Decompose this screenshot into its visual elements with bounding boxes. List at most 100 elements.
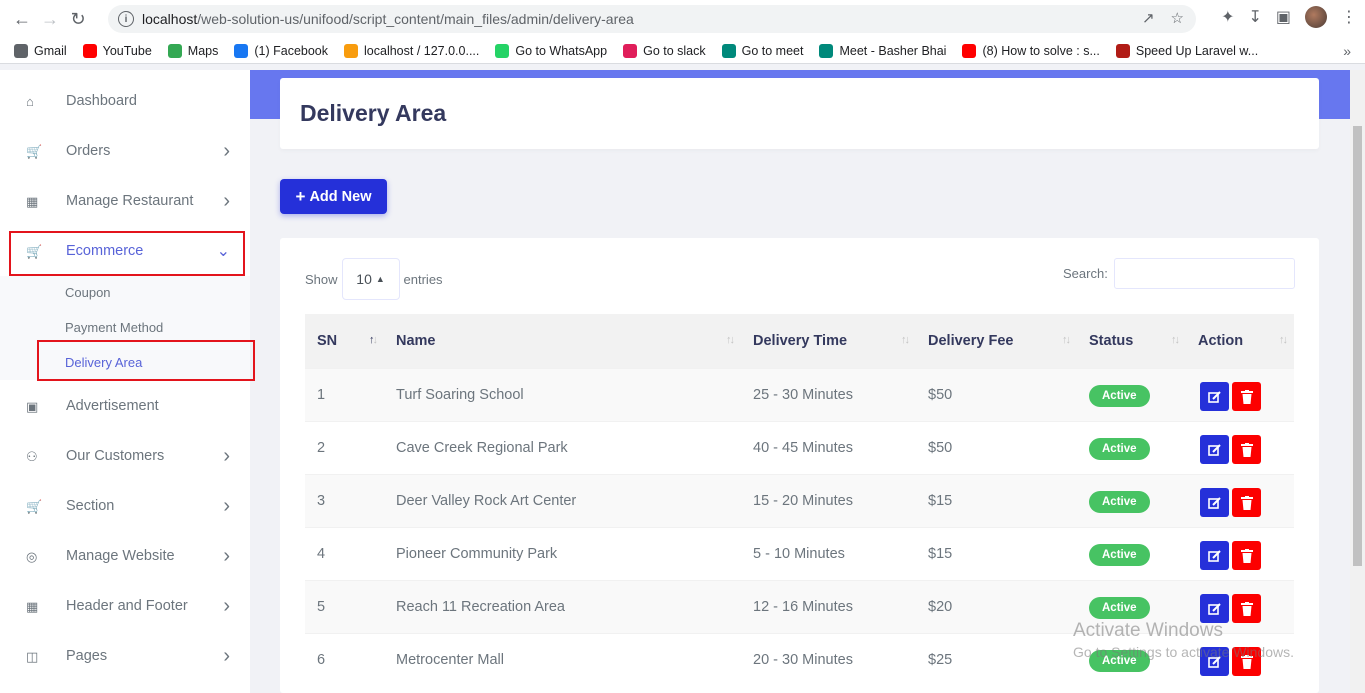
cell-delivery-time: 20 - 30 Minutes [741,632,916,686]
bookmark-item[interactable]: Go to WhatsApp [495,43,607,58]
status-badge: Active [1089,543,1150,566]
chevron-right-icon: › [223,494,230,517]
address-bar[interactable]: i localhost/web-solution-us/unifood/scri… [108,5,1196,33]
sidebar-item-advertisement[interactable]: ▣ Advertisement [0,381,250,431]
column-header-action[interactable]: Action ↑↓ [1186,314,1294,368]
trash-icon [1240,442,1253,457]
sidebar-item-manage-restaurant[interactable]: ▦ Manage Restaurant › [0,176,250,226]
column-header-sn[interactable]: SN ↑↓ [305,314,384,368]
cell-action [1186,420,1294,474]
bookmark-item[interactable]: Speed Up Laravel w... [1115,43,1258,58]
edit-button[interactable] [1200,382,1229,411]
bookmark-label: (8) How to solve : s... [982,43,1100,58]
sort-icon: ↑↓ [901,334,910,346]
star-icon[interactable]: ☆ [1171,9,1184,27]
bookmark-item[interactable]: Meet - Basher Bhai [819,43,946,58]
windows-watermark-subtitle: Go to Settings to activate Windows. [1073,644,1294,660]
back-icon[interactable]: ← [8,5,36,33]
column-label: Name [396,332,436,349]
sidebar-item-label: Dashboard [66,93,137,109]
bookmark-item[interactable]: Go to slack [623,43,706,58]
globe-icon: ◎ [26,549,38,564]
cell-name: Pioneer Community Park [384,526,741,580]
menu-kebab-icon[interactable]: ⋮ [1341,7,1357,27]
sidebar-item-our-customers[interactable]: ⚇ Our Customers › [0,431,250,481]
bookmarks-overflow-icon[interactable]: » [1343,43,1351,59]
table-row: 3 Deer Valley Rock Art Center 15 - 20 Minu… [305,473,1294,527]
sidebar-item-orders[interactable]: 🛒 Orders › [0,126,250,176]
add-new-button[interactable]: + Add New [280,179,387,214]
whatsapp-icon [495,43,510,58]
delete-button[interactable] [1232,382,1261,411]
meet-icon [819,43,834,58]
sidebar-item-dashboard[interactable]: ⌂ Dashboard [0,76,250,126]
edit-button[interactable] [1200,541,1229,570]
delete-button[interactable] [1232,488,1261,517]
home-icon: ⌂ [26,94,34,109]
sidebar-item-header-and-footer[interactable]: ▦ Header and Footer › [0,581,250,631]
sidebar-item-pages[interactable]: ◫ Pages › [0,631,250,681]
edit-button[interactable] [1200,435,1229,464]
column-header-name[interactable]: Name ↑↓ [384,314,741,368]
sidebar: ⌂ Dashboard 🛒 Orders › ▦ Manage Restaurant › 🛒 Ec… [0,70,255,693]
download-icon[interactable]: ↧ [1248,7,1261,27]
maps-icon [167,43,182,58]
bookmark-item[interactable]: (1) Facebook [234,43,329,58]
share-icon[interactable]: ↗ [1142,9,1155,27]
scrollbar-thumb[interactable] [1353,126,1362,566]
page-scrollbar[interactable] [1350,70,1365,693]
cell-delivery-time: 15 - 20 Minutes [741,473,916,527]
status-badge: Active [1089,490,1150,513]
browser-toolbar: ← → ↻ i localhost/web-solution-us/unifoo… [0,0,1365,38]
sidebar-item-manage-website[interactable]: ◎ Manage Website › [0,531,250,581]
avatar[interactable] [1305,6,1327,28]
bookmark-label: (1) Facebook [254,43,329,58]
sidebar-item-label: Orders [66,143,111,159]
bookmark-item[interactable]: Maps [167,43,218,58]
cell-delivery-fee: $15 [916,473,1077,527]
add-new-label: Add New [309,188,372,205]
site-info-icon[interactable]: i [118,11,134,27]
ad-icon: ▣ [26,399,39,414]
bookmark-item[interactable]: Go to meet [721,43,803,58]
cell-name: Turf Soaring School [384,367,741,421]
chevron-right-icon: › [223,594,230,617]
entries-label: entries [403,271,443,287]
sidebar-item-section[interactable]: 🛒 Section › [0,481,250,531]
search-input[interactable] [1113,258,1295,289]
column-header-status[interactable]: Status ↑↓ [1077,314,1186,368]
bookmark-item[interactable]: (8) How to solve : s... [962,43,1100,58]
cell-delivery-time: 40 - 45 Minutes [741,420,916,474]
bookmark-label: Gmail [34,43,67,58]
page-title: Delivery Area [300,100,447,126]
column-header-delivery-fee[interactable]: Delivery Fee ↑↓ [916,314,1077,368]
sidepanel-icon[interactable]: ▣ [1276,7,1291,27]
sidebar-item-label: Our Customers [66,448,165,464]
submenu-coupon[interactable]: Coupon [65,285,111,300]
users-icon: ⚇ [26,449,38,464]
edit-button[interactable] [1200,594,1229,623]
forward-icon[interactable]: → [36,5,64,33]
cell-status: Active [1077,526,1186,580]
bookmark-item[interactable]: YouTube [82,43,152,58]
trash-icon [1240,495,1253,510]
delete-button[interactable] [1232,594,1261,623]
entries-select[interactable]: 10 ▲︎ [341,258,400,300]
trash-icon [1240,601,1253,616]
delete-button[interactable] [1232,435,1261,464]
table-header-row: SN ↑↓ Name ↑↓ Delivery Time ↑↓ Delivery Fee… [305,314,1294,368]
reload-icon[interactable]: ↻ [64,5,92,33]
extensions-icon[interactable]: ✦ [1221,7,1234,27]
cell-delivery-time: 12 - 16 Minutes [741,579,916,633]
chevron-right-icon: › [223,189,230,212]
column-header-delivery-time[interactable]: Delivery Time ↑↓ [741,314,916,368]
edit-button[interactable] [1200,488,1229,517]
bookmark-item[interactable]: Gmail [14,43,67,58]
bookmark-item[interactable]: localhost / 127.0.0.... [344,43,479,58]
table-row: 2 Cave Creek Regional Park 40 - 45 Minutes… [305,420,1294,474]
chevron-right-icon: › [223,444,230,467]
submenu-payment-method[interactable]: Payment Method [65,320,163,335]
cell-sn: 3 [305,473,384,527]
youtube-icon [962,43,977,58]
delete-button[interactable] [1232,541,1261,570]
